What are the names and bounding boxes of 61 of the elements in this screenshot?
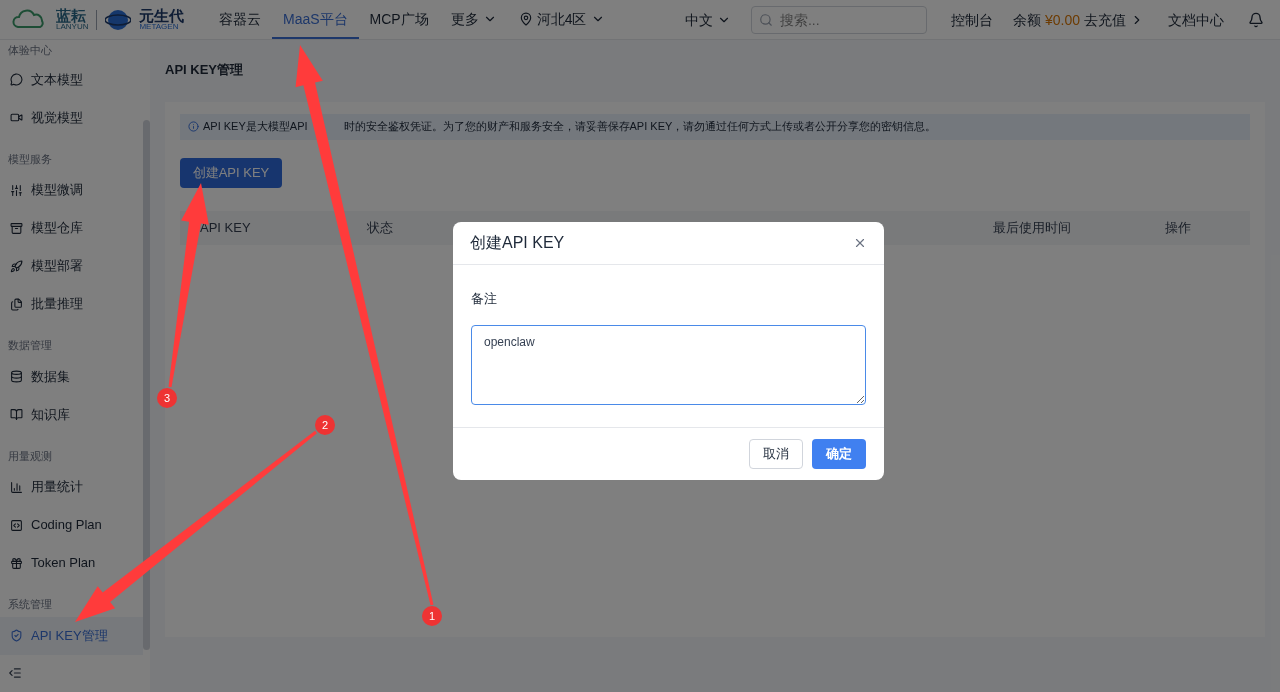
sidebar-item[interactable]: 文本模型: [0, 60, 143, 99]
sidebar-item[interactable]: 模型部署: [0, 247, 143, 285]
remark-input-field[interactable]: openclaw: [471, 324, 866, 405]
code-window-icon: [10, 518, 23, 532]
sidebar-section-title: 模型服务: [7, 151, 53, 167]
sidebar-section-title: 用量观测: [7, 448, 53, 464]
sidebar-item[interactable]: 视觉模型: [0, 98, 143, 137]
files-icon: [10, 297, 23, 311]
sidebar-item[interactable]: Token Plan: [0, 544, 143, 582]
column-header: 操作: [1165, 218, 1192, 237]
column-header: API KEY: [200, 218, 252, 237]
sidebar-item[interactable]: 数据集: [0, 357, 143, 396]
sidebar-section-title: 系统管理: [7, 597, 53, 612]
logo-name: 蓝耘: [56, 8, 87, 23]
sidebar-item[interactable]: Coding Plan: [0, 506, 143, 544]
nav-link[interactable]: 容器云: [208, 0, 272, 39]
gift-icon: [10, 556, 23, 570]
cancel-button[interactable]: 取消: [749, 438, 803, 469]
sidebar-item[interactable]: 知识库: [0, 395, 143, 434]
search-field[interactable]: 搜索...: [750, 5, 927, 34]
open-book-icon: [10, 408, 23, 421]
sliders-icon: [10, 183, 23, 197]
column-header: 状态: [367, 218, 394, 237]
notice-text: API KEY是大模型API: [203, 119, 308, 135]
nav-link[interactable]: MCP广场: [358, 0, 440, 39]
console-link[interactable]: 控制台: [950, 9, 993, 30]
language-selector[interactable]: 中文: [684, 9, 731, 30]
close-icon[interactable]: [853, 236, 867, 250]
column-header: 最后使用时间: [993, 218, 1072, 237]
logo-name: 元生代: [139, 8, 185, 23]
sidebar-item[interactable]: API KEY管理: [0, 616, 143, 655]
database-icon: [10, 370, 23, 383]
sidebar-item[interactable]: 用量统计: [0, 468, 143, 506]
notice-text: 时的安全鉴权凭证。为了您的财产和服务安全，请妥善保存API KEY，请勿通过任何方式上传或者公开分享您的密钥信息。: [343, 119, 937, 135]
sidebar-item[interactable]: 模型仓库: [0, 209, 143, 247]
map-pin-icon: [518, 11, 533, 26]
field-label: 备注: [471, 290, 498, 308]
docs-link[interactable]: 文档中心: [1168, 9, 1224, 30]
balance-link[interactable]: 余额 ¥0.00 去充值: [1012, 9, 1144, 30]
sidebar-item[interactable]: 批量推理: [0, 285, 143, 323]
sidebar-section-title: 体验中心: [7, 43, 53, 58]
create-api-key-button[interactable]: 创建API KEY: [180, 157, 282, 188]
shield-icon: [10, 629, 23, 642]
sidebar-section-title: 数据管理: [7, 338, 53, 353]
logo-subtitle: METAGEN: [139, 23, 179, 31]
search-icon: [758, 12, 773, 27]
page-title: API KEY管理: [165, 61, 244, 79]
info-icon: [188, 121, 199, 132]
notification-bell-icon[interactable]: [1248, 11, 1264, 28]
collapse-menu-icon[interactable]: [8, 666, 22, 680]
chat-bubble-icon: [10, 73, 23, 86]
video-camera-icon: [10, 111, 23, 124]
bar-chart-icon: [10, 480, 23, 494]
sidebar-item[interactable]: 模型微调: [0, 171, 143, 209]
archive-box-icon: [10, 221, 23, 235]
more-menu[interactable]: 更多: [439, 0, 508, 39]
dialog-title: 创建API KEY: [470, 233, 565, 253]
confirm-button[interactable]: 确定: [812, 438, 866, 469]
logo-subtitle: LANYUN: [56, 23, 89, 31]
rocket-icon: [10, 259, 23, 273]
region-selector[interactable]: 河北4区: [507, 0, 616, 39]
